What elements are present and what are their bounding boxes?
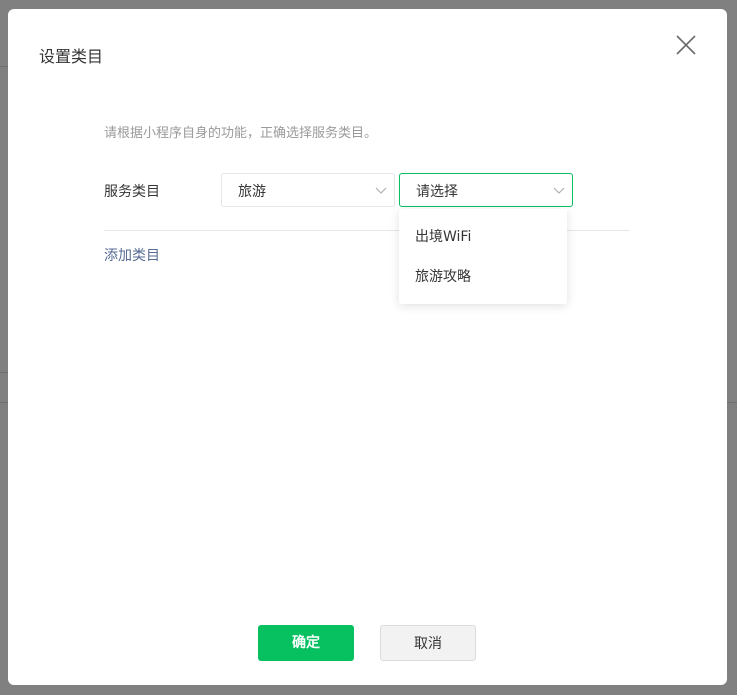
primary-category-value: 旅游 [238, 184, 266, 200]
cancel-button[interactable]: 取消 [380, 625, 476, 661]
background-divider [727, 402, 737, 403]
confirm-button[interactable]: 确定 [258, 625, 354, 661]
primary-category-select[interactable]: 旅游 [221, 173, 395, 207]
add-category-link[interactable]: 添加类目 [104, 245, 160, 265]
category-hint-text: 请根据小程序自身的功能，正确选择服务类目。 [104, 126, 378, 141]
secondary-category-value: 请选择 [416, 184, 458, 200]
background-divider [0, 372, 8, 373]
dialog-title: 设置类目 [39, 47, 104, 66]
chevron-down-icon [553, 187, 565, 194]
close-icon[interactable] [672, 31, 700, 59]
dropdown-option[interactable]: 出境WiFi [399, 219, 567, 255]
service-category-label: 服务类目 [104, 184, 160, 200]
secondary-category-select[interactable]: 请选择 [399, 173, 573, 207]
background-divider [0, 66, 8, 67]
set-category-dialog: 设置类目 请根据小程序自身的功能，正确选择服务类目。 服务类目 旅游 请选择 添… [8, 9, 727, 685]
chevron-down-icon [375, 187, 387, 194]
dropdown-option[interactable]: 旅游攻略 [399, 259, 567, 295]
secondary-category-dropdown: 出境WiFi 旅游攻略 [399, 209, 567, 304]
close-button[interactable] [672, 31, 700, 59]
background-divider [0, 402, 8, 403]
